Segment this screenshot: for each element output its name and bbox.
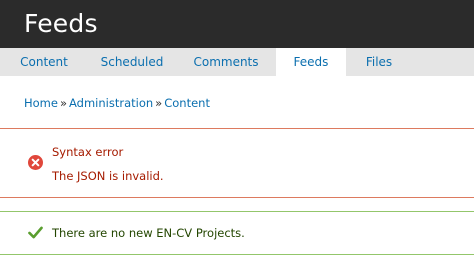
checkmark-icon xyxy=(28,226,43,239)
error-message-box: Syntax error The JSON is invalid. xyxy=(0,128,474,198)
status-message-box: There are no new EN-CV Projects. xyxy=(0,211,474,255)
error-text: The JSON is invalid. xyxy=(52,169,164,183)
tab-feeds[interactable]: Feeds xyxy=(276,48,346,76)
breadcrumb: Home» Administration» Content xyxy=(24,95,210,111)
error-x-circle-icon xyxy=(28,155,43,170)
page-title: Feeds xyxy=(24,9,98,38)
breadcrumb-separator: » xyxy=(59,96,68,110)
breadcrumb-separator: » xyxy=(155,96,163,110)
tab-content[interactable]: Content xyxy=(0,48,88,76)
tab-scheduled[interactable]: Scheduled xyxy=(88,48,176,76)
tab-bar: Content Scheduled Comments Feeds Files xyxy=(0,48,474,76)
tab-files[interactable]: Files xyxy=(346,48,412,76)
breadcrumb-content-link[interactable]: Content xyxy=(164,96,210,110)
header-bar: Feeds xyxy=(0,0,474,48)
status-text: There are no new EN-CV Projects. xyxy=(52,226,245,240)
error-title: Syntax error xyxy=(52,145,124,159)
breadcrumb-administration-link[interactable]: Administration xyxy=(69,96,153,110)
breadcrumb-home-link[interactable]: Home xyxy=(24,96,58,110)
tab-comments[interactable]: Comments xyxy=(176,48,276,76)
